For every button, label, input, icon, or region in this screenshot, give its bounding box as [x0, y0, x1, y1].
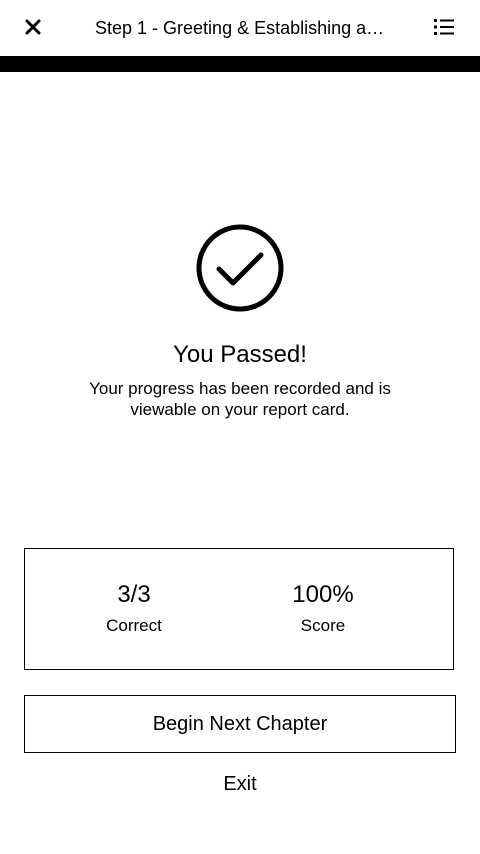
- close-icon: [25, 19, 41, 35]
- progress-fill: [0, 56, 480, 72]
- score-value: 100%: [292, 581, 354, 608]
- lesson-title: Step 1 - Greeting & Establishing a…: [95, 18, 385, 38]
- check-circle-icon: [196, 224, 284, 312]
- score-stat: 100% Score: [243, 579, 403, 637]
- result-message: Your progress has been recorded and is v…: [89, 379, 391, 419]
- progress-bar: [0, 56, 480, 72]
- list-menu-icon: [434, 19, 454, 35]
- correct-stat: 3/3 Correct: [54, 579, 214, 637]
- top-bar: Step 1 - Greeting & Establishing a…: [0, 0, 480, 56]
- result-title: You Passed!: [173, 341, 307, 368]
- exit-link[interactable]: Exit: [190, 770, 290, 798]
- close-button[interactable]: [20, 14, 46, 40]
- correct-label: Correct: [106, 616, 162, 635]
- correct-value: 3/3: [117, 581, 151, 608]
- results-summary: 3/3 Correct 100% Score: [24, 548, 454, 670]
- menu-button[interactable]: [430, 15, 458, 39]
- begin-next-chapter-button[interactable]: Begin Next Chapter: [24, 695, 456, 753]
- score-label: Score: [300, 616, 346, 635]
